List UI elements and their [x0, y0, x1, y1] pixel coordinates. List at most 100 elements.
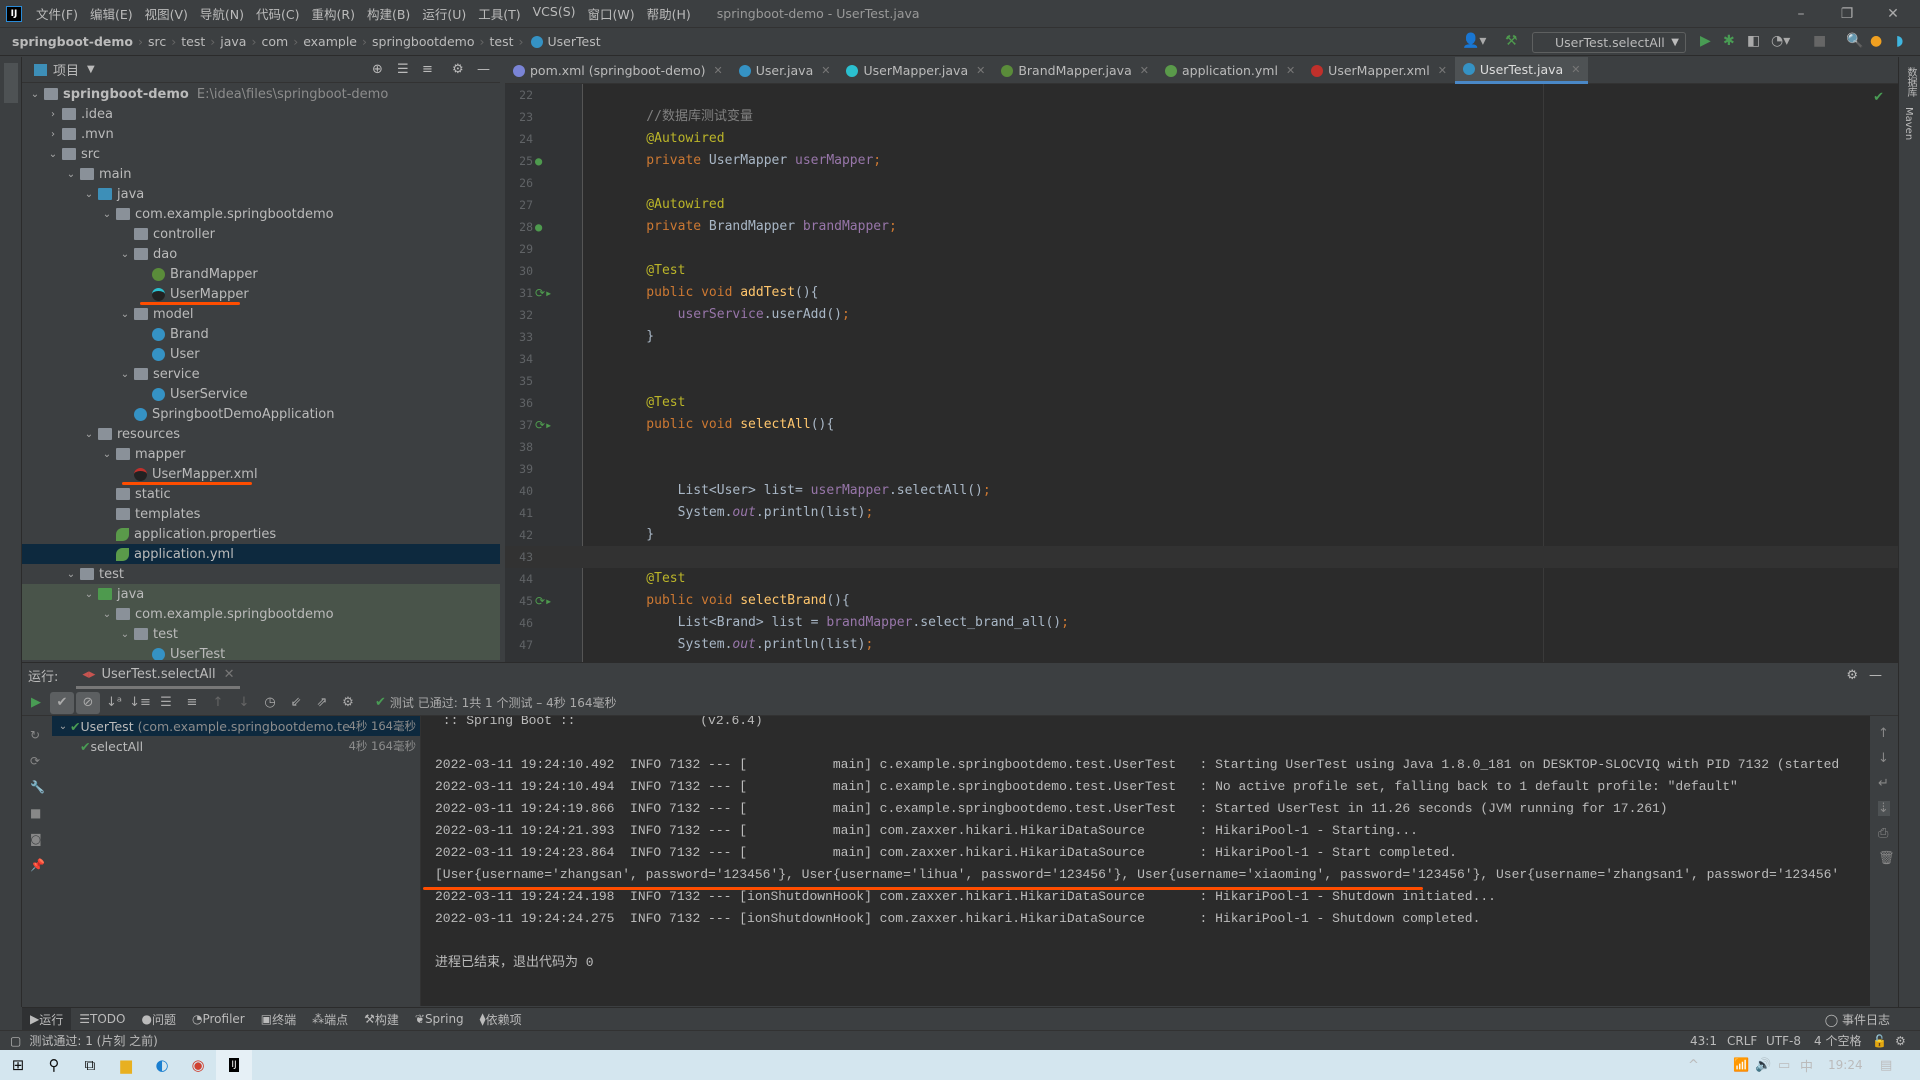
tab-usertest-java[interactable]: UserTest.java ✕ [1454, 57, 1589, 84]
import-icon[interactable]: ⇙ [284, 692, 308, 714]
run-config-select[interactable]: UserTest.selectAll ▼ [1532, 32, 1686, 53]
wrench-icon[interactable]: 🔧 [30, 780, 45, 794]
tab-usermapper-java[interactable]: UserMapper.java ✕ [838, 57, 993, 84]
tree-item[interactable]: templates [22, 504, 500, 524]
tree-item[interactable]: ⌄ springboot-demo E:\idea\files\springboot… [22, 84, 500, 104]
console-output[interactable]: 进程已结束，退出代码为 0 2022-03-11 19:24:24.275 INF… [420, 716, 1870, 1006]
camera-icon[interactable]: ◙ [30, 832, 44, 846]
tree-item[interactable]: ⌄ com.example.springbootdemo [22, 604, 500, 624]
stop-icon[interactable]: ■ [30, 806, 44, 820]
stop-icon[interactable]: ■ [1813, 33, 1826, 49]
chevron-down-icon[interactable]: ⌄ [118, 309, 132, 320]
chevron-down-icon[interactable]: ⌄ [118, 369, 132, 380]
scroll-to-end-icon[interactable]: ⇣ [1878, 801, 1890, 816]
tray-chevron-icon[interactable]: ^ [1688, 1058, 1699, 1073]
close-tab-icon[interactable]: ✕ [224, 667, 235, 682]
notification-icon[interactable]: ▤ [1880, 1058, 1892, 1073]
tree-item[interactable]: UserTest [22, 644, 500, 660]
bottom-tab[interactable]: ☰ TODO [71, 1008, 133, 1031]
chevron-down-icon[interactable]: ⌄ [118, 249, 132, 260]
bottom-tab[interactable]: ⁂ 端点 [304, 1008, 356, 1031]
close-tab-icon[interactable]: ✕ [1140, 64, 1149, 77]
search-icon[interactable]: ⚲ [36, 1050, 72, 1080]
close-tab-icon[interactable]: ✕ [1571, 63, 1580, 76]
inspector-icon[interactable]: ⚙ [1895, 1034, 1906, 1048]
bottom-tab[interactable]: ● 问题 [133, 1008, 184, 1031]
breadcrumb-item[interactable]: springboot-demo [12, 34, 133, 49]
tree-item[interactable]: ⌄ java [22, 184, 500, 204]
run-icon[interactable]: ▶ [1700, 33, 1711, 49]
close-window-button[interactable]: ✕ [1870, 0, 1916, 28]
tree-item[interactable]: controller [22, 224, 500, 244]
minimize-button[interactable]: – [1778, 0, 1824, 28]
tree-item[interactable]: Brand [22, 324, 500, 344]
tree-item[interactable]: static [22, 484, 500, 504]
restore-button[interactable]: ❐ [1824, 0, 1870, 28]
chevron-down-icon[interactable]: ▼ [87, 64, 95, 75]
gear-icon[interactable]: ⚙ [336, 692, 360, 714]
breadcrumb-item[interactable]: test [181, 34, 205, 49]
debug-icon[interactable]: ✱ [1723, 33, 1735, 49]
print-icon[interactable]: ⎙ [1878, 826, 1890, 841]
menu-item[interactable]: 帮助(H) [641, 4, 697, 23]
event-log-button[interactable]: ◯ 事件日志 [1825, 1011, 1890, 1028]
prev-failed-icon[interactable]: ↑ [206, 692, 230, 714]
menu-item[interactable]: 视图(V) [139, 4, 194, 23]
run-test-icon[interactable]: ⟳▸ [535, 414, 552, 436]
show-passed-icon[interactable]: ✔ [50, 691, 74, 714]
chevron-down-icon[interactable]: ⌄ [46, 149, 60, 160]
tree-item[interactable]: ⌄ service [22, 364, 500, 384]
breadcrumb-item[interactable]: springbootdemo [372, 34, 475, 49]
breadcrumb-item[interactable]: UserTest [548, 34, 601, 49]
menu-item[interactable]: 构建(B) [361, 4, 416, 23]
rerun-icon[interactable]: ▶ [24, 692, 48, 714]
bottom-tab[interactable]: ▶ 运行 [22, 1007, 72, 1031]
tab-pom-xml-springboot-demo-[interactable]: pom.xml (springboot-demo) ✕ [505, 57, 731, 84]
tree-item[interactable]: application.properties [22, 524, 500, 544]
bottom-tab[interactable]: ❦ Spring [407, 1008, 472, 1031]
chevron-down-icon[interactable]: ⌄ [118, 629, 132, 640]
tree-item[interactable]: ⌄ mapper [22, 444, 500, 464]
toggle-auto-test-icon[interactable]: ⟳ [30, 754, 44, 768]
tree-item[interactable]: ⌄ java [22, 584, 500, 604]
menu-item[interactable]: 文件(F) [30, 4, 84, 23]
start-icon[interactable]: ⊞ [0, 1050, 36, 1080]
menu-item[interactable]: 工具(T) [472, 4, 526, 23]
caret-position[interactable]: 43:1 [1690, 1034, 1717, 1048]
hide-icon[interactable]: — [1869, 668, 1882, 683]
battery-icon[interactable]: ▭ [1778, 1058, 1790, 1073]
close-tab-icon[interactable]: ✕ [1286, 64, 1295, 77]
breadcrumb-item[interactable]: test [490, 34, 514, 49]
chevron-right-icon[interactable]: › [46, 109, 60, 120]
chevron-down-icon[interactable]: ⌄ [82, 189, 96, 200]
chevron-down-icon[interactable]: ⌄ [82, 589, 96, 600]
coverage-icon[interactable]: ◧ [1747, 33, 1760, 49]
tree-item[interactable]: ⌄ model [22, 304, 500, 324]
chevron-down-icon[interactable]: ⌄ [100, 609, 114, 620]
gear-icon[interactable]: ⚙ [452, 62, 464, 77]
tree-item[interactable]: › .mvn [22, 124, 500, 144]
bottom-tab[interactable]: ⧫ 依赖项 [472, 1008, 530, 1031]
tab-brandmapper-java[interactable]: BrandMapper.java ✕ [993, 57, 1157, 84]
tab-usermapper-xml[interactable]: UserMapper.xml ✕ [1303, 57, 1455, 84]
close-tab-icon[interactable]: ✕ [976, 64, 985, 77]
gear-icon[interactable]: ⚙ [1846, 668, 1858, 683]
tree-item[interactable]: UserMapper.xml [22, 464, 500, 484]
tree-item[interactable]: ⌄ src [22, 144, 500, 164]
breadcrumb-item[interactable]: example [303, 34, 357, 49]
run-test-icon[interactable]: ⟳▸ [535, 282, 552, 304]
edge-icon[interactable]: ◐ [144, 1050, 180, 1080]
sort-duration-icon[interactable]: ↓≡ [128, 692, 152, 714]
project-view-select[interactable]: 项目 [53, 60, 79, 79]
scroll-down-icon[interactable]: ↓ [1878, 751, 1890, 766]
tree-item[interactable]: UserMapper [22, 284, 500, 304]
chevron-down-icon[interactable]: ⌄ [100, 449, 114, 460]
clock[interactable]: 19:24 [1828, 1058, 1863, 1072]
menu-item[interactable]: 运行(U) [416, 4, 472, 23]
project-tool-button[interactable] [4, 63, 18, 103]
locate-icon[interactable]: ⊕ [372, 62, 383, 77]
tree-item[interactable]: ⌄ main [22, 164, 500, 184]
search-icon[interactable]: 🔍 [1846, 33, 1863, 49]
user-icon[interactable]: 👤▾ [1462, 33, 1486, 49]
ime-indicator[interactable]: 中 [1800, 1056, 1813, 1075]
